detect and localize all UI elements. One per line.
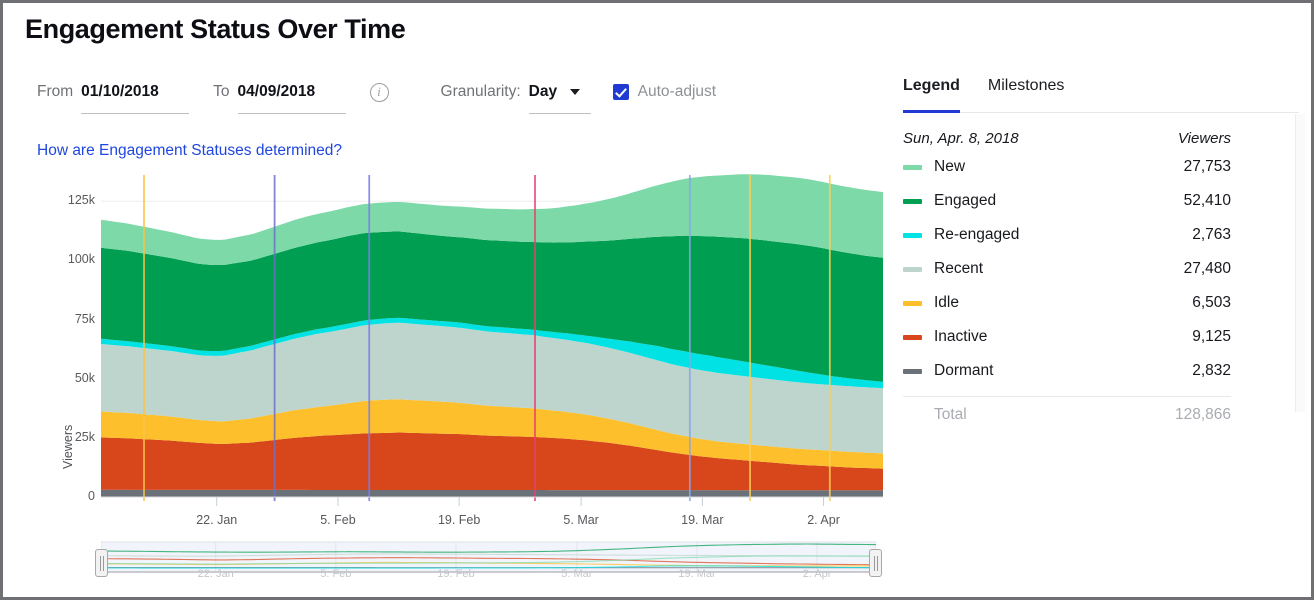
legend-total-value: 128,866 — [1174, 406, 1231, 423]
navigator-date-label: 5. Mar — [561, 568, 593, 580]
chart-navigator[interactable]: 22. Jan 5. Feb 19. Feb 5. Mar 19. Mar 2. Apr — [95, 540, 882, 588]
tab-legend[interactable]: Legend — [903, 77, 960, 113]
navigator-date-label: 5. Feb — [320, 568, 352, 580]
legend-series-value: 6,503 — [1192, 294, 1231, 311]
legend-total-label: Total — [934, 406, 967, 423]
page-title: Engagement Status Over Time — [25, 14, 406, 44]
legend-table: Sun, Apr. 8, 2018 Viewers New 27,753 Engag… — [903, 126, 1231, 433]
panel-scrollbar[interactable] — [1295, 114, 1305, 412]
to-date-value: 04/09/2018 — [237, 83, 316, 100]
chevron-down-icon — [570, 89, 581, 95]
x-axis-tick-label: 2. Apr — [807, 513, 840, 527]
legend-color-swatch — [903, 300, 922, 306]
legend-series-label: Engaged — [934, 192, 997, 209]
legend-series-label: Idle — [934, 294, 959, 311]
legend-row[interactable]: Re-engaged 2,763 — [903, 218, 1231, 252]
granularity-label: Granularity: — [440, 83, 521, 100]
legend-series-value: 52,410 — [1183, 192, 1231, 209]
legend-value-header: Viewers — [1177, 129, 1231, 147]
legend-row[interactable]: Idle 6,503 — [903, 286, 1231, 320]
navigator-date-labels: 22. Jan 5. Feb 19. Feb 5. Mar 19. Mar 2. Apr — [101, 540, 876, 580]
legend-header-row: Sun, Apr. 8, 2018 Viewers — [903, 126, 1231, 150]
legend-series-value: 2,763 — [1192, 226, 1231, 243]
legend-rows: New 27,753 Engaged 52,410 Re-engaged 2,763 Rec… — [903, 150, 1231, 388]
from-label: From — [37, 83, 74, 100]
legend-color-swatch — [903, 368, 922, 374]
x-axis-tick-label: 5. Mar — [563, 513, 599, 527]
legend-color-swatch — [903, 266, 922, 272]
legend-total-row: Total 128,866 — [903, 397, 1231, 433]
auto-adjust-checkbox[interactable] — [612, 84, 629, 100]
legend-row[interactable]: Inactive 9,125 — [903, 320, 1231, 354]
navigator-date-label: 19. Mar — [678, 568, 716, 580]
info-icon[interactable]: i — [369, 83, 389, 102]
help-link[interactable]: How are Engagement Statuses determined? — [37, 142, 342, 160]
x-axis-ticks: 22. Jan 5. Feb 19. Feb 5. Mar 19. Mar 2. Apr — [23, 173, 893, 533]
legend-series-value: 27,753 — [1183, 158, 1231, 175]
navigator-date-label: 19. Feb — [437, 568, 475, 580]
x-axis-tick-label: 22. Jan — [196, 513, 238, 527]
legend-series-label: Re-engaged — [934, 226, 1020, 243]
navigator-date-label: 2. Apr — [802, 568, 832, 580]
auto-adjust-label: Auto-adjust — [637, 83, 717, 100]
legend-panel: Legend Milestones Sun, Apr. 8, 2018 View… — [903, 77, 1305, 447]
legend-color-swatch — [903, 164, 922, 170]
panel-tabs: Legend Milestones — [903, 77, 1299, 113]
legend-row[interactable]: Engaged 52,410 — [903, 184, 1231, 218]
controls-toolbar: From 01/10/2018 To 04/09/2018 i Granular… — [37, 81, 716, 115]
from-date-value: 01/10/2018 — [81, 83, 159, 100]
chart-container: Viewers 0 25k 50k 75k 100k 125k 22. Jan 5. Feb… — [23, 173, 893, 533]
x-axis-tick-label: 19. Mar — [681, 513, 724, 527]
x-axis-tick-label: 19. Feb — [437, 513, 481, 527]
to-label: To — [213, 83, 230, 100]
legend-series-label: Dormant — [934, 362, 994, 379]
legend-color-swatch — [903, 232, 922, 238]
legend-series-label: New — [934, 158, 966, 175]
granularity-select[interactable]: Day — [528, 81, 591, 114]
legend-series-label: Inactive — [934, 328, 988, 345]
legend-series-value: 27,480 — [1183, 260, 1231, 277]
legend-row[interactable]: Dormant 2,832 — [903, 354, 1231, 388]
legend-color-swatch — [903, 334, 922, 340]
from-date-input[interactable]: 01/10/2018 — [81, 81, 190, 114]
granularity-value: Day — [528, 83, 558, 100]
legend-row[interactable]: Recent 27,480 — [903, 252, 1231, 286]
navigator-date-label: 22. Jan — [197, 568, 234, 580]
legend-series-value: 2,832 — [1192, 362, 1231, 379]
legend-series-value: 9,125 — [1192, 328, 1231, 345]
legend-series-label: Recent — [934, 260, 984, 277]
tab-milestones[interactable]: Milestones — [988, 77, 1064, 112]
legend-date-header: Sun, Apr. 8, 2018 — [903, 129, 1019, 147]
navigator-handle-left[interactable] — [95, 549, 108, 577]
to-date-input[interactable]: 04/09/2018 — [237, 81, 346, 114]
x-axis-tick-label: 5. Feb — [320, 513, 356, 527]
legend-row[interactable]: New 27,753 — [903, 150, 1231, 184]
app-root: Engagement Status Over Time From 01/10/2… — [0, 0, 1314, 600]
navigator-handle-right[interactable] — [869, 549, 882, 577]
legend-color-swatch — [903, 198, 922, 204]
